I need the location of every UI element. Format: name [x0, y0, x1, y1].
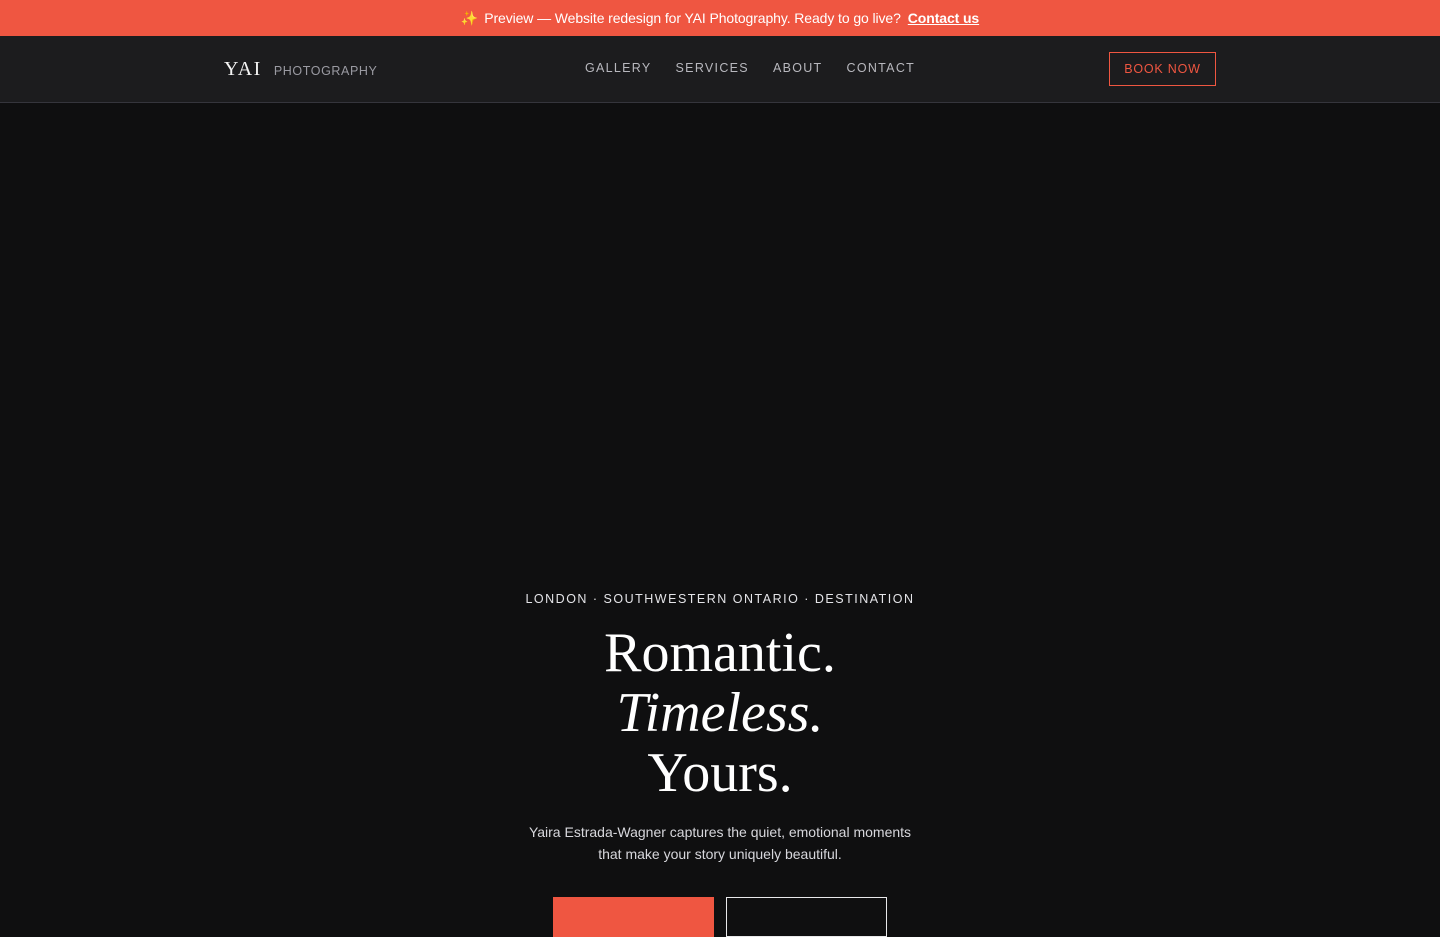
hero-secondary-button[interactable] — [726, 897, 887, 937]
hero-section: LONDON · SOUTHWESTERN ONTARIO · DESTINAT… — [0, 103, 1440, 937]
main-menu: GALLERY SERVICES ABOUT CONTACT — [585, 61, 915, 75]
preview-banner: ✨ Preview — Website redesign for YAI Pho… — [0, 0, 1440, 36]
banner-message: Preview — Website redesign for YAI Photo… — [484, 10, 901, 26]
brand-subtitle: PHOTOGRAPHY — [273, 64, 378, 78]
top-navigation: YAI PHOTOGRAPHY GALLERY SERVICES ABOUT C… — [0, 36, 1440, 103]
hero-description: Yaira Estrada-Wagner captures the quiet,… — [528, 824, 912, 862]
book-now-button[interactable]: BOOK NOW — [1109, 52, 1216, 86]
nav-link-gallery[interactable]: GALLERY — [585, 61, 652, 75]
sparkles-icon: ✨ — [460, 9, 479, 26]
hero-headline: Romantic. Timeless. Yours. — [0, 623, 1440, 803]
nav-link-about[interactable]: ABOUT — [773, 61, 823, 75]
nav-link-services[interactable]: SERVICES — [676, 61, 749, 75]
headline-line-romantic: Romantic. — [604, 622, 836, 684]
brand-mark: YAI — [224, 58, 262, 80]
headline-line-timeless: Timeless. — [616, 682, 824, 744]
hero-primary-button[interactable] — [553, 897, 714, 937]
hero-locations: LONDON · SOUTHWESTERN ONTARIO · DESTINAT… — [525, 592, 915, 606]
brand-logo[interactable]: YAI PHOTOGRAPHY — [224, 58, 377, 81]
headline-line-yours: Yours. — [647, 742, 793, 804]
contact-us-link[interactable]: Contact us — [908, 10, 979, 26]
nav-link-contact[interactable]: CONTACT — [847, 61, 916, 75]
